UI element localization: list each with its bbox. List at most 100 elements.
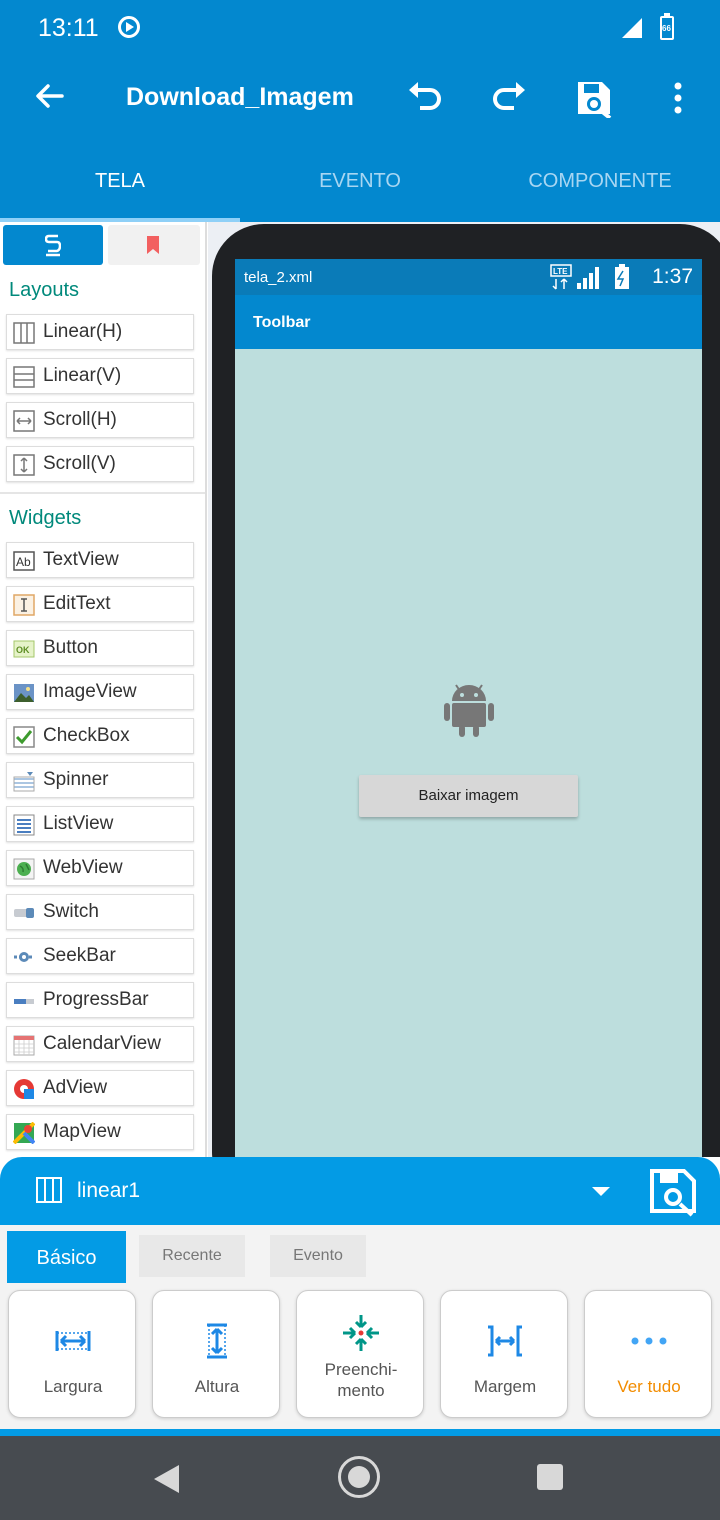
palette-item-mapview[interactable]: MapView [6, 1114, 194, 1150]
palette-item-label: Linear(V) [43, 365, 122, 386]
webview-icon [13, 858, 35, 880]
palette-item-label: Scroll(V) [43, 453, 116, 474]
palette-item-switch[interactable]: Switch [6, 894, 194, 930]
property-card-label: Ver tudo [617, 1377, 681, 1396]
panel-bottom-accent [0, 1429, 720, 1436]
tab-componente[interactable]: COMPONENTE [480, 170, 720, 193]
property-card-label: Largura [43, 1377, 103, 1396]
battery-level: 66 [662, 24, 671, 33]
save-icon[interactable] [574, 78, 614, 118]
preview-clock: 1:37 [652, 265, 693, 288]
palette-item-seekbar[interactable]: SeekBar [6, 938, 194, 974]
button-icon: OK [13, 640, 35, 658]
listview-icon [13, 814, 35, 836]
spinner-icon [13, 772, 35, 792]
margin-property-button[interactable]: Margem [440, 1290, 568, 1418]
palette-item-listview[interactable]: ListView [6, 806, 194, 842]
preview-toolbar[interactable]: Toolbar [235, 295, 702, 349]
palette-item-scroll-h[interactable]: Scroll(H) [6, 402, 194, 438]
palette-item-label: Switch [43, 901, 99, 922]
tab-tela[interactable]: TELA [0, 170, 240, 193]
palette-item-scroll-v[interactable]: Scroll(V) [6, 446, 194, 482]
imageview-icon [14, 684, 34, 702]
seekbar-icon [14, 952, 34, 962]
save-properties-icon[interactable] [648, 1167, 698, 1217]
palette-item-label: Spinner [43, 769, 109, 790]
palette-item-progressbar[interactable]: ProgressBar [6, 982, 194, 1018]
tab-recente[interactable]: Recente [139, 1235, 245, 1277]
palette-item-linear-h[interactable]: Linear(H) [6, 314, 194, 350]
chevron-down-icon[interactable] [592, 1187, 610, 1196]
palette-item-label: CalendarView [43, 1033, 161, 1054]
calendarview-icon [13, 1035, 35, 1056]
app-bar: Download_Imagem [0, 56, 720, 140]
linear-vertical-icon [13, 366, 35, 388]
nav-recents-icon[interactable] [537, 1464, 563, 1490]
svg-text:OK: OK [16, 645, 30, 655]
palette-item-adview[interactable]: AdView [6, 1070, 194, 1106]
palette-item-checkbox[interactable]: CheckBox [6, 718, 194, 754]
padding-property-button[interactable]: Preenchi- mento [296, 1290, 424, 1418]
layouts-section-title: Layouts [9, 279, 80, 301]
palette-item-label: AdView [43, 1077, 108, 1098]
media-playing-icon [118, 16, 140, 38]
main-tabs: TELA EVENTO COMPONENTE [0, 140, 720, 222]
preview-download-button[interactable]: Baixar imagem [359, 775, 578, 817]
preview-status-bar: tela_2.xml LTE 1:37 [235, 259, 702, 295]
palette-item-textview[interactable]: Ab TextView [6, 542, 194, 578]
svg-text:Ab: Ab [16, 555, 31, 569]
preview-network-type: LTE [553, 267, 568, 276]
tab-evento[interactable]: EVENTO [240, 170, 480, 193]
redo-icon[interactable] [490, 78, 530, 118]
checkbox-icon [13, 726, 35, 748]
property-tabs: Básico Recente Evento [0, 1225, 720, 1283]
palette-item-label: Scroll(H) [43, 409, 117, 430]
palette-item-label: ImageView [43, 681, 137, 702]
palette-item-label: ListView [43, 813, 114, 834]
palette-item-calendarview[interactable]: CalendarView [6, 1026, 194, 1062]
property-panel-header: linear1 [0, 1157, 720, 1225]
palette-item-button[interactable]: OK Button [6, 630, 194, 666]
back-arrow-icon[interactable] [34, 80, 66, 112]
nav-back-icon[interactable] [154, 1465, 179, 1493]
more-options-icon[interactable] [658, 78, 698, 118]
palette-item-label: TextView [43, 549, 119, 570]
height-property-button[interactable]: Altura [152, 1290, 280, 1418]
preview-network-icons: LTE [550, 264, 629, 290]
project-title: Download_Imagem [126, 83, 354, 111]
palette-tab-bookmarks[interactable] [108, 225, 200, 265]
widget-palette: Layouts Linear(H) Linear(V) Scroll(H) Sc… [0, 222, 207, 1157]
undo-icon[interactable] [404, 78, 444, 118]
adview-icon [14, 1079, 34, 1099]
selected-view-name[interactable]: linear1 [77, 1179, 140, 1203]
padding-icon [343, 1315, 379, 1351]
width-property-button[interactable]: Largura [8, 1290, 136, 1418]
palette-item-spinner[interactable]: Spinner [6, 762, 194, 798]
palette-item-imageview[interactable]: ImageView [6, 674, 194, 710]
palette-item-webview[interactable]: WebView [6, 850, 194, 886]
palette-item-label: Linear(H) [43, 321, 123, 342]
palette-item-label: Button [43, 637, 98, 658]
property-card-label: Margem [473, 1377, 537, 1396]
tab-evento-props[interactable]: Evento [270, 1235, 366, 1277]
nav-home-icon[interactable] [338, 1456, 380, 1498]
see-all-properties-button[interactable]: Ver tudo [584, 1290, 712, 1418]
edittext-icon [13, 594, 35, 616]
cell-signal-icon [622, 18, 642, 38]
progressbar-icon [14, 999, 34, 1004]
preview-screen[interactable]: tela_2.xml LTE 1:37 Toolbar Baixar image… [235, 259, 702, 1157]
more-dots-icon [631, 1337, 667, 1345]
layout-preview-area: tela_2.xml LTE 1:37 Toolbar Baixar image… [208, 222, 720, 1157]
system-nav-bar [0, 1436, 720, 1520]
battery-icon: 66 [660, 13, 674, 40]
palette-item-linear-v[interactable]: Linear(V) [6, 358, 194, 394]
palette-tab-views[interactable] [3, 225, 103, 265]
palette-item-label: EditText [43, 593, 111, 614]
palette-item-edittext[interactable]: EditText [6, 586, 194, 622]
property-card-label: Preenchi- mento [324, 1360, 398, 1400]
tab-basico[interactable]: Básico [7, 1231, 126, 1283]
palette-item-label: MapView [43, 1121, 121, 1142]
palette-divider [0, 492, 205, 494]
width-icon [55, 1331, 91, 1351]
android-icon[interactable] [444, 679, 494, 737]
